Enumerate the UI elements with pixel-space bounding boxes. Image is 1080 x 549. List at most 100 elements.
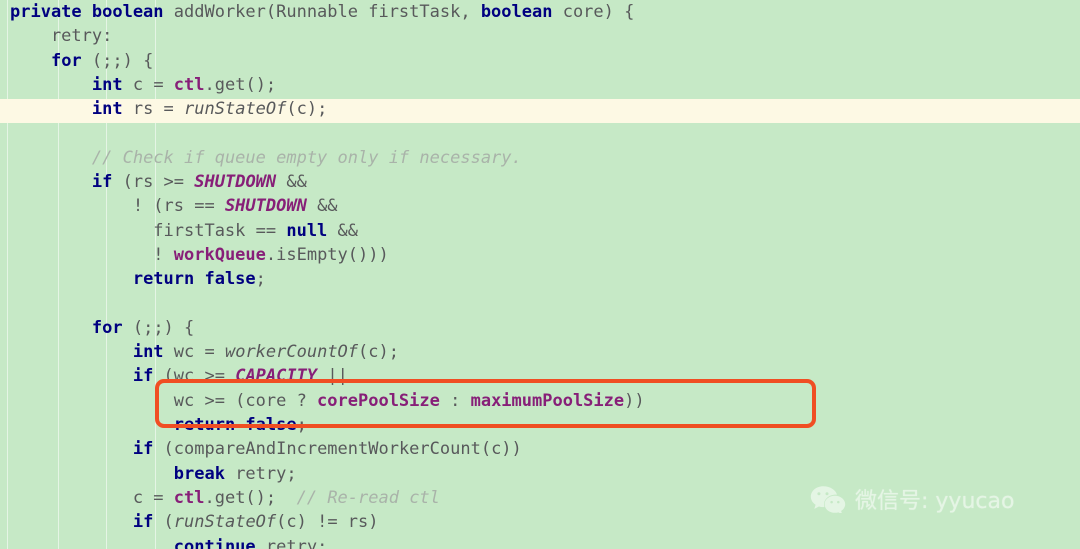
code-token: SHUTDOWN	[224, 196, 307, 217]
code-line: continue retry;	[0, 535, 645, 549]
code-token: (wc >=	[153, 366, 236, 387]
code-token: boolean	[480, 2, 553, 22]
code-token: return false	[173, 415, 297, 436]
code-token: ctl	[173, 487, 205, 508]
code-token: private boolean	[10, 2, 164, 22]
code-token: ))	[624, 390, 645, 411]
code-token: corePoolSize	[317, 390, 440, 411]
code-token: retry:	[10, 26, 113, 47]
code-token: rs =	[122, 99, 185, 120]
code-line: for (;;) {	[0, 49, 645, 73]
code-line: if (compareAndIncrementWorkerCount(c))	[0, 437, 645, 461]
code-token: maximumPoolSize	[470, 390, 625, 411]
code-token: workerCountOf	[224, 342, 359, 363]
code-token: null	[286, 220, 328, 241]
code-token: CAPACITY	[235, 366, 318, 387]
code-token: int	[91, 74, 123, 95]
code-screenshot: private boolean addWorker(Runnable first…	[0, 0, 1080, 549]
code-token: if	[132, 439, 154, 460]
code-token: .get();	[204, 487, 297, 508]
code-token: if	[91, 172, 113, 193]
code-line: c = ctl.get(); // Re-read ctl	[0, 486, 645, 510]
code-line: break retry;	[0, 462, 645, 486]
wechat-icon	[810, 485, 846, 513]
code-token: :	[439, 390, 471, 411]
code-line: return false;	[0, 413, 645, 437]
code-token: &&	[276, 172, 307, 193]
code-token: (c) != rs)	[276, 512, 379, 533]
code-token: (	[153, 512, 174, 533]
code-line: if (rs >= SHUTDOWN &&	[0, 170, 645, 194]
code-line: int c = ctl.get();	[0, 73, 645, 97]
code-token: &&	[327, 220, 359, 241]
code-token: (c);	[358, 342, 399, 363]
code-token: c =	[122, 74, 174, 95]
code-token: .get();	[204, 74, 277, 95]
code-token: for	[50, 50, 82, 71]
code-token: // Check if queue empty only if necessar…	[91, 147, 522, 168]
code-token: wc =	[163, 342, 225, 363]
code-line: retry:	[0, 24, 645, 48]
code-token: core) {	[552, 2, 635, 22]
code-token: (rs >=	[112, 172, 195, 193]
code-token: addWorker(Runnable firstTask,	[163, 2, 481, 22]
code-token: ! (rs ==	[10, 196, 225, 217]
code-line: if (runStateOf(c) != rs)	[0, 510, 645, 534]
code-token: int	[91, 99, 123, 120]
code-token: runStateOf	[184, 99, 287, 120]
code-line: if (wc >= CAPACITY ||	[0, 364, 645, 388]
code-token: ;	[255, 269, 266, 290]
code-token: runStateOf	[173, 512, 277, 533]
code-line: private boolean addWorker(Runnable first…	[0, 0, 645, 24]
code-token: break	[173, 463, 225, 484]
code-line: for (;;) {	[0, 316, 645, 340]
code-token: for	[91, 317, 123, 338]
code-token: int	[132, 342, 164, 363]
code-token: if	[132, 366, 154, 387]
code-token: firstTask ==	[10, 220, 287, 241]
code-line: ! (rs == SHUTDOWN &&	[0, 194, 645, 218]
code-token: return false	[132, 269, 256, 290]
code-token: (compareAndIncrementWorkerCount(c))	[153, 439, 522, 460]
code-token: // Re-read ctl	[296, 487, 440, 508]
code-line: wc >= (core ? corePoolSize : maximumPool…	[0, 389, 645, 413]
code-token: continue	[173, 536, 256, 549]
code-token: SHUTDOWN	[194, 172, 277, 193]
code-token: ||	[317, 366, 348, 387]
code-token: .isEmpty()))	[265, 244, 389, 265]
code-token: (;;) {	[122, 317, 195, 338]
code-token: !	[10, 244, 174, 265]
code-token: &&	[306, 196, 338, 217]
code-block[interactable]: private boolean addWorker(Runnable first…	[0, 0, 645, 549]
code-token: retry;	[224, 463, 297, 484]
code-token: retry;	[255, 536, 328, 549]
code-line: int wc = workerCountOf(c);	[0, 340, 645, 364]
code-token: wc >= (core ?	[10, 390, 318, 411]
watermark: 微信号: yyucao	[810, 483, 1014, 515]
code-line: int rs = runStateOf(c);	[0, 97, 645, 121]
code-token: if	[132, 512, 154, 533]
code-line: // Check if queue empty only if necessar…	[0, 146, 645, 170]
code-token: (c);	[286, 99, 328, 120]
code-line: return false;	[0, 267, 645, 291]
watermark-label: 微信号: yyucao	[855, 489, 1015, 514]
code-token: ctl	[173, 74, 205, 95]
code-token: ;	[296, 415, 307, 436]
code-token: (;;) {	[81, 50, 154, 71]
code-token: c =	[10, 487, 174, 508]
